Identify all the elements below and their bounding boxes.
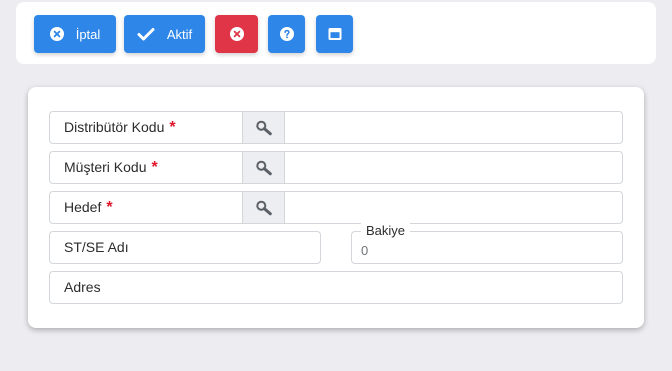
address-field[interactable]: Adres <box>49 271 623 304</box>
search-icon <box>255 200 272 215</box>
cancel-button[interactable]: İptal <box>34 15 116 53</box>
delete-button[interactable] <box>215 15 258 53</box>
toolbar: İptal Aktif <box>16 2 656 64</box>
distributor-code-label-text: Distribütör Kodu <box>64 119 165 135</box>
distributor-code-input[interactable] <box>285 112 622 143</box>
window-icon <box>328 27 342 41</box>
customer-code-label-text: Müşteri Kodu <box>64 159 147 175</box>
target-search-button[interactable] <box>242 192 285 223</box>
help-button[interactable] <box>268 15 305 53</box>
check-icon <box>137 27 155 41</box>
close-circle-icon <box>229 27 244 41</box>
target-label: Hedef * <box>64 192 113 223</box>
target-input[interactable] <box>285 192 622 223</box>
st-se-name-field[interactable]: ST/SE Adı <box>49 231 321 264</box>
address-label: Adres <box>64 279 101 295</box>
customer-code-search-button[interactable] <box>242 152 285 183</box>
balance-value: 0 <box>361 243 369 258</box>
activate-button[interactable]: Aktif <box>124 15 205 53</box>
distributor-code-field: Distribütör Kodu * <box>49 111 623 144</box>
search-icon <box>255 120 272 135</box>
window-button[interactable] <box>316 15 353 53</box>
required-marker: * <box>151 159 158 176</box>
question-circle-icon <box>279 27 294 41</box>
target-field: Hedef * <box>49 191 623 224</box>
close-circle-icon <box>49 27 64 41</box>
search-icon <box>255 160 272 175</box>
customer-code-field: Müşteri Kodu * <box>49 151 623 184</box>
customer-code-label: Müşteri Kodu * <box>64 152 158 183</box>
balance-field[interactable]: Bakiye 0 <box>351 223 623 264</box>
target-label-text: Hedef <box>64 199 102 215</box>
distributor-code-search-button[interactable] <box>242 112 285 143</box>
required-marker: * <box>106 199 113 216</box>
cancel-button-label: İptal <box>75 26 101 42</box>
balance-legend: Bakiye <box>361 223 411 239</box>
st-se-name-label: ST/SE Adı <box>64 239 129 255</box>
distributor-code-label: Distribütör Kodu * <box>64 112 176 143</box>
customer-code-input[interactable] <box>285 152 622 183</box>
activate-button-label: Aktif <box>166 26 193 42</box>
required-marker: * <box>169 119 176 136</box>
